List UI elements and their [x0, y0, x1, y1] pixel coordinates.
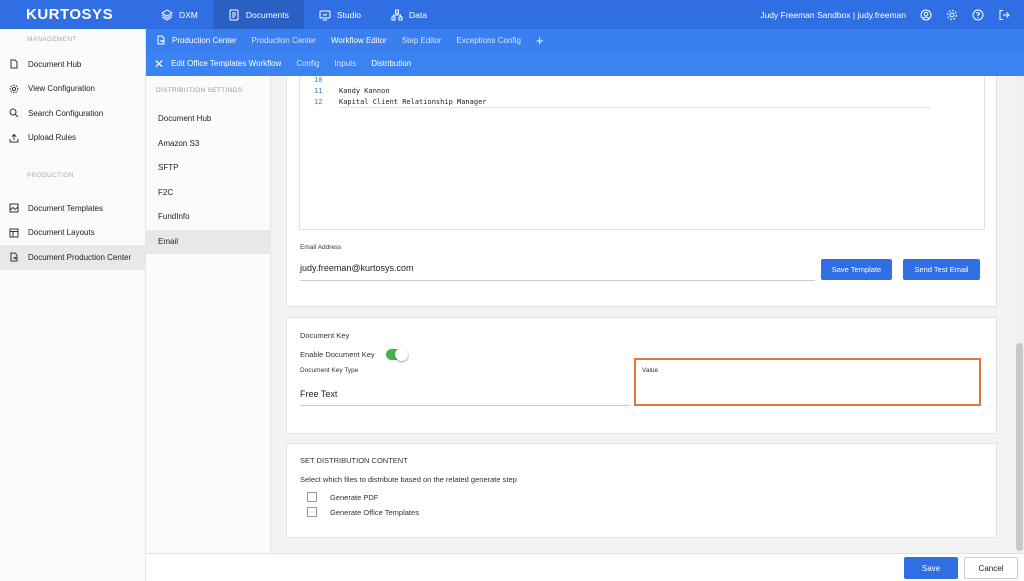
document-key-type-select[interactable]: Free Text [300, 389, 630, 406]
nav-studio-label: Studio [336, 9, 361, 20]
subnav-production-center[interactable]: Production Center [251, 36, 315, 45]
settings-header: DISTRIBUTION SETTINGS [156, 87, 243, 94]
generate-pdf-label: Generate PDF [330, 493, 379, 502]
document-key-type-label: Document Key Type [300, 367, 359, 374]
logout-icon[interactable] [998, 9, 1010, 21]
document-arrow-icon [157, 35, 165, 45]
data-icon [391, 9, 403, 20]
email-address-label: Email Address [300, 244, 342, 251]
save-button[interactable]: Save [904, 557, 958, 579]
settings-item-amazon-s3[interactable]: Amazon S3 [146, 132, 270, 157]
save-template-button[interactable]: Save Template [821, 259, 892, 280]
top-right-area: Judy Freeman Sandbox | judy.freeman [760, 9, 1024, 21]
subnav-item-label: Production Center [172, 35, 237, 45]
upload-icon [9, 133, 19, 143]
sidebar-item-document-hub[interactable]: Document Hub [0, 52, 145, 77]
close-icon[interactable]: ✕ [154, 57, 164, 71]
cancel-button[interactable]: Cancel [964, 557, 1018, 579]
settings-item-fundinfo[interactable]: FundInfo [146, 205, 270, 230]
user-account[interactable]: Judy Freeman Sandbox | judy.freeman [760, 10, 906, 20]
toggle-knob [395, 348, 408, 361]
edit-bar: ✕ Edit Office Templates Workflow Config … [146, 51, 1024, 76]
distribution-content-title: SET DISTRIBUTION CONTENT [300, 456, 408, 465]
settings-item-document-hub[interactable]: Document Hub [146, 107, 270, 132]
document-key-title: Document Key [300, 331, 350, 340]
sidebar-item-document-layouts[interactable]: Document Layouts [0, 221, 145, 246]
image-icon [9, 203, 19, 213]
code-divider [339, 107, 931, 108]
email-address-input[interactable]: judy.freeman@kurtosys.com [300, 263, 815, 281]
layout-icon [9, 228, 19, 238]
nav-dxm-label: DXM [179, 9, 198, 20]
nav-data[interactable]: Data [376, 0, 442, 29]
content-scrollbar-thumb[interactable] [1016, 343, 1023, 551]
top-nav: DXM Documents Studio Data [146, 0, 442, 29]
user-icon[interactable] [920, 9, 932, 21]
gear-icon [9, 84, 19, 94]
sidebar-item-label: Document Templates [28, 203, 103, 213]
value-input[interactable] [642, 380, 972, 398]
nav-documents[interactable]: Documents [212, 0, 304, 29]
left-sidebar: MANAGEMENT Document Hub View Configurati… [0, 29, 146, 581]
studio-icon [319, 10, 331, 20]
generate-pdf-checkbox[interactable] [307, 492, 317, 502]
sidebar-item-label: Document Layouts [28, 228, 95, 238]
value-label: Value [642, 367, 659, 374]
nav-data-label: Data [409, 9, 427, 20]
subnav-exceptions-config[interactable]: Exceptions Config [456, 36, 520, 45]
sidebar-item-document-templates[interactable]: Document Templates [0, 196, 145, 221]
tab-distribution[interactable]: Distribution [371, 59, 411, 68]
settings-item-email[interactable]: Email [146, 229, 270, 254]
distribution-content-description: Select which files to distribute based o… [300, 475, 517, 484]
generate-office-templates-checkbox[interactable] [307, 507, 317, 517]
gear-icon[interactable] [946, 9, 958, 21]
document-icon [10, 59, 18, 69]
sidebar-item-label: Search Configuration [28, 108, 104, 118]
tab-config[interactable]: Config [296, 59, 319, 68]
code-line: Kandy Kannon [339, 87, 390, 95]
subnav-step-editor[interactable]: Step Editor [402, 36, 442, 45]
document-icon [229, 9, 239, 20]
distribution-settings-panel: DISTRIBUTION SETTINGS Document Hub Amazo… [146, 76, 271, 581]
settings-item-f2c[interactable]: F2C [146, 181, 270, 206]
enable-document-key-label: Enable Document Key [300, 350, 375, 359]
app-logo: KURTOSYS [26, 6, 114, 23]
document-arrow-icon [10, 252, 18, 262]
sidebar-item-upload-rules[interactable]: Upload Rules [0, 126, 145, 151]
nav-documents-label: Documents [245, 9, 289, 20]
footer-bar: Save Cancel [146, 553, 1024, 581]
line-number: 10 [314, 76, 323, 84]
sidebar-section-production: PRODUCTION [27, 172, 74, 179]
subnav-production-center-active[interactable]: Production Center [156, 35, 236, 45]
add-tab-button[interactable]: + [536, 33, 544, 48]
enable-document-key-toggle[interactable] [386, 348, 408, 361]
subnav-workflow-editor[interactable]: Workflow Editor [331, 36, 387, 45]
top-bar: KURTOSYS DXM Documents Studio Data Judy … [0, 0, 1024, 29]
sidebar-item-label: Upload Rules [28, 133, 77, 143]
email-body-editor[interactable]: 10 11 Kandy Kannon 12 Kapital Client Rel… [299, 76, 985, 230]
sidebar-section-management: MANAGEMENT [27, 36, 77, 43]
nav-studio[interactable]: Studio [304, 0, 376, 29]
tab-inputs[interactable]: Inputs [334, 59, 356, 68]
edit-title: Edit Office Templates Workflow [171, 59, 282, 68]
line-number: 11 [314, 87, 323, 95]
sidebar-item-search-configuration[interactable]: Search Configuration [0, 101, 145, 126]
code-line: Kapital Client Relationship Manager [339, 98, 487, 106]
sidebar-item-label: Document Production Center [28, 252, 132, 262]
sub-nav: Production Center Production Center Work… [146, 29, 1024, 51]
settings-item-sftp[interactable]: SFTP [146, 156, 270, 181]
sidebar-item-view-configuration[interactable]: View Configuration [0, 77, 145, 102]
sidebar-item-label: Document Hub [28, 59, 82, 69]
generate-office-templates-label: Generate Office Templates [330, 508, 419, 517]
line-number: 12 [314, 98, 323, 106]
sidebar-item-label: View Configuration [28, 84, 96, 94]
nav-dxm[interactable]: DXM [146, 0, 213, 29]
send-test-email-button[interactable]: Send Test Email [903, 259, 980, 280]
layers-icon [161, 8, 173, 21]
search-icon [9, 108, 19, 118]
sidebar-item-document-production-center[interactable]: Document Production Center [0, 245, 145, 270]
help-icon[interactable] [972, 9, 984, 21]
